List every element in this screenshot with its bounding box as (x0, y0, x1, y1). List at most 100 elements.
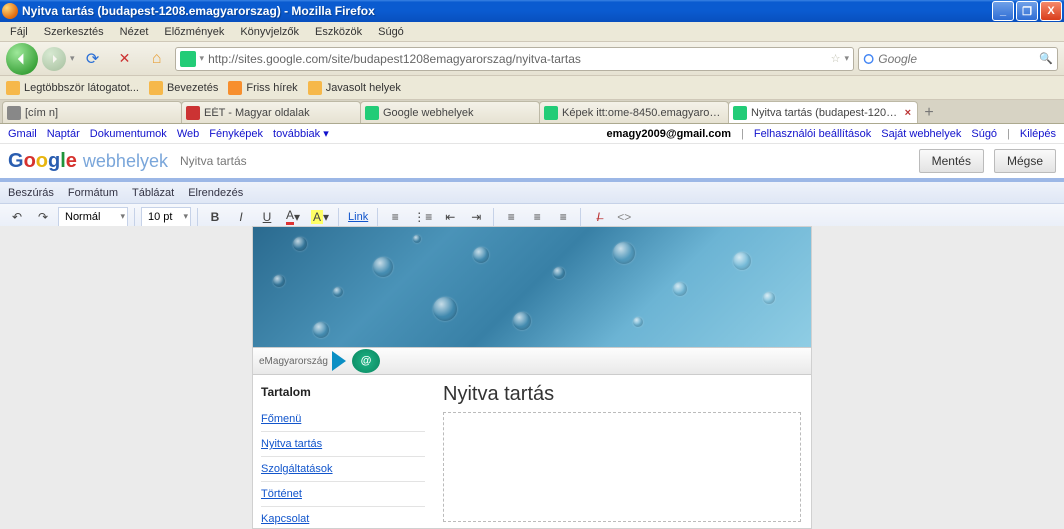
reload-button[interactable]: ⟳ (79, 45, 107, 73)
tab-favicon-icon (365, 106, 379, 120)
new-tab-button[interactable]: + (917, 103, 941, 123)
site-favicon-icon (180, 51, 196, 67)
align-center-button[interactable]: ≡ (526, 207, 548, 227)
menu-edit[interactable]: Szerkesztés (38, 24, 110, 40)
bookmark-label: Legtöbbször látogatot... (24, 82, 139, 94)
gbar-link-more[interactable]: továbbiak ▾ (273, 127, 329, 140)
window-close-button[interactable]: X (1040, 1, 1062, 21)
gbar-link-help[interactable]: Súgó (971, 128, 997, 140)
browser-tab[interactable]: Google webhelyek (360, 101, 540, 123)
gbar-link-gmail[interactable]: Gmail (8, 128, 37, 140)
browser-tab[interactable]: [cím n] (2, 101, 182, 123)
tab-label: Nyitva tartás (budapest-1208.em… (751, 107, 899, 119)
bg-color-button[interactable]: A▾ (308, 207, 332, 227)
gbar-link-calendar[interactable]: Naptár (47, 128, 80, 140)
tab-label: Google webhelyek (383, 107, 535, 119)
window-minimize-button[interactable]: _ (992, 1, 1014, 21)
browser-tab[interactable]: Képek itt:ome-8450.emagyarorszá… (539, 101, 729, 123)
sidebar-link-contact[interactable]: Kapcsolat (261, 507, 425, 529)
arrow-icon (332, 351, 346, 371)
menu-file[interactable]: Fájl (4, 24, 34, 40)
menu-history[interactable]: Előzmények (158, 24, 230, 40)
url-input[interactable] (208, 52, 827, 66)
sites-header: Google webhelyek Nyitva tartás Mentés Mé… (0, 144, 1064, 178)
site-main: Nyitva tartás (433, 375, 811, 529)
folder-icon (6, 81, 20, 95)
gbar-link-signout[interactable]: Kilépés (1020, 128, 1056, 140)
align-right-button[interactable]: ≡ (552, 207, 574, 227)
url-bar[interactable]: ▾ ☆ ▾ (175, 47, 854, 71)
history-dropdown-icon[interactable]: ▾ (70, 53, 75, 64)
clear-format-button[interactable]: I̶ (587, 207, 609, 227)
window-maximize-button[interactable]: ❐ (1016, 1, 1038, 21)
browser-tab[interactable]: EÉT - Magyar oldalak (181, 101, 361, 123)
style-select[interactable]: Normál (58, 207, 128, 227)
gbar-link-docs[interactable]: Dokumentumok (90, 128, 167, 140)
tab-label: EÉT - Magyar oldalak (204, 107, 356, 119)
content-editor[interactable] (443, 412, 801, 522)
home-button[interactable]: ⌂ (143, 45, 171, 73)
bookmark-item[interactable]: Javasolt helyek (308, 81, 401, 95)
align-left-button[interactable]: ≡ (500, 207, 522, 227)
google-logo: Google (8, 150, 77, 173)
brand-bar: eMagyarország @ (253, 347, 811, 375)
gbar-link-mysites[interactable]: Saját webhelyek (881, 128, 961, 140)
undo-button[interactable]: ↶ (6, 207, 28, 227)
bookmark-label: Javasolt helyek (326, 82, 401, 94)
editor-menu-table[interactable]: Táblázat (132, 187, 174, 199)
search-bar[interactable]: 🔍 (858, 47, 1058, 71)
tab-favicon-icon (186, 106, 200, 120)
search-input[interactable] (878, 52, 1035, 66)
bookmark-item[interactable]: Friss hírek (228, 81, 297, 95)
link-button[interactable]: Link (345, 207, 371, 227)
forward-button[interactable] (42, 47, 66, 71)
tab-close-icon[interactable]: × (903, 107, 913, 119)
tab-label: [cím n] (25, 107, 177, 119)
underline-button[interactable]: U (256, 207, 278, 227)
gbar-link-photos[interactable]: Fényképek (209, 128, 263, 140)
google-bar: Gmail Naptár Dokumentumok Web Fényképek … (0, 124, 1064, 144)
firefox-menubar: Fájl Szerkesztés Nézet Előzmények Könyvj… (0, 22, 1064, 42)
bookmarks-toolbar: Legtöbbször látogatot... Bevezetés Friss… (0, 76, 1064, 100)
editor-menu-format[interactable]: Formátum (68, 187, 118, 199)
bookmark-item[interactable]: Bevezetés (149, 81, 218, 95)
site-sidebar: Tartalom Főmenü Nyitva tartás Szolgáltat… (253, 375, 433, 529)
stop-button[interactable]: ✕ (111, 45, 139, 73)
browser-tab-active[interactable]: Nyitva tartás (budapest-1208.em… × (728, 101, 918, 123)
gbar-link-settings[interactable]: Felhasználói beállítások (754, 128, 871, 140)
html-button[interactable]: <> (613, 207, 635, 227)
cancel-button[interactable]: Mégse (994, 149, 1056, 173)
save-button[interactable]: Mentés (919, 149, 984, 173)
bookmark-star-icon[interactable]: ☆ (831, 52, 841, 65)
editor-menu-insert[interactable]: Beszúrás (8, 187, 54, 199)
sidebar-link-hours[interactable]: Nyitva tartás (261, 432, 425, 457)
menu-view[interactable]: Nézet (114, 24, 155, 40)
sites-brand: webhelyek (83, 151, 168, 172)
sidebar-link-home[interactable]: Főmenü (261, 407, 425, 432)
search-go-icon[interactable]: 🔍 (1039, 52, 1053, 65)
google-icon (863, 52, 874, 66)
sidebar-link-services[interactable]: Szolgáltatások (261, 457, 425, 482)
numbered-list-button[interactable]: ≡ (384, 207, 406, 227)
bullet-list-button[interactable]: ⋮≡ (410, 207, 435, 227)
text-color-button[interactable]: A▾ (282, 207, 304, 227)
menu-help[interactable]: Súgó (372, 24, 410, 40)
redo-button[interactable]: ↷ (32, 207, 54, 227)
menu-tools[interactable]: Eszközök (309, 24, 368, 40)
italic-button[interactable]: I (230, 207, 252, 227)
back-button[interactable] (6, 43, 38, 75)
bold-button[interactable]: B (204, 207, 226, 227)
url-dropdown-icon[interactable]: ▾ (844, 53, 849, 64)
gbar-link-web[interactable]: Web (177, 128, 199, 140)
outdent-button[interactable]: ⇤ (439, 207, 461, 227)
sidebar-link-history[interactable]: Történet (261, 482, 425, 507)
bookmark-item[interactable]: Legtöbbször látogatot... (6, 81, 139, 95)
menu-bookmarks[interactable]: Könyvjelzők (234, 24, 305, 40)
indent-button[interactable]: ⇥ (465, 207, 487, 227)
bookmark-label: Friss hírek (246, 82, 297, 94)
identity-dropdown-icon[interactable]: ▾ (200, 53, 205, 64)
editor-menu-layout[interactable]: Elrendezés (188, 187, 243, 199)
fontsize-select[interactable]: 10 pt (141, 207, 191, 227)
page-subtitle: Nyitva tartás (180, 154, 247, 168)
rss-icon (228, 81, 242, 95)
